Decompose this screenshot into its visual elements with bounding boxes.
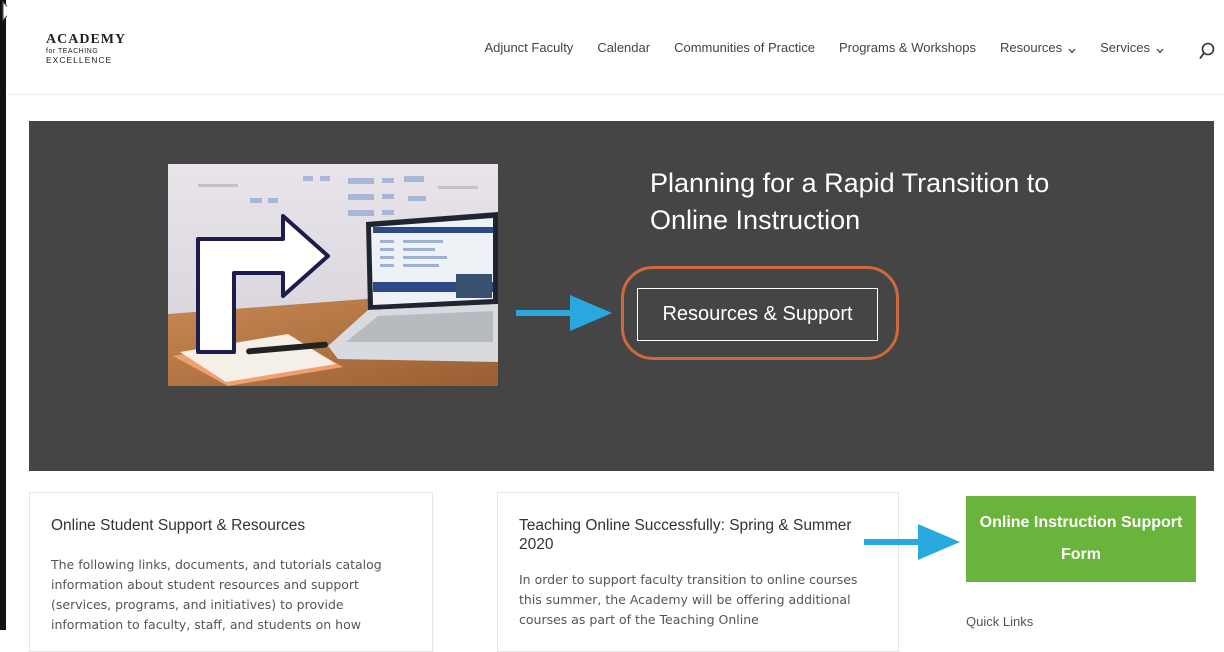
nav-item-label: Calendar [597,40,651,55]
card-body: The following links, documents, and tuto… [51,557,382,632]
nav-item-programs-workshops[interactable]: Programs & Workshops [839,40,976,55]
nav-item-resources[interactable]: Resources [1000,40,1076,55]
quick-links-heading: Quick Links [966,614,1034,629]
logo-line-3: EXCELLENCE [46,55,113,65]
resources-support-button[interactable]: Resources & Support [637,288,878,341]
site-header: ACADEMY for TEACHING EXCELLENCE Adjunct … [7,0,1224,95]
hero-banner: Planning for a Rapid Transition to Onlin… [29,121,1214,471]
annotation-arrow-icon [864,524,960,560]
nav-item-calendar[interactable]: Calendar [597,40,650,55]
nav-item-label: Communities of Practice [674,40,815,55]
card-body: In order to support faculty transition t… [519,572,858,627]
hero-title: Planning for a Rapid Transition to Onlin… [650,168,1050,235]
chevron-down-icon [1156,48,1164,54]
logo-line-2: for TEACHING [46,48,99,55]
teaching-online-card: Teaching Online Successfully: Spring & S… [497,492,899,652]
nav-item-adjunct-faculty[interactable]: Adjunct Faculty [484,40,573,55]
main-nav: Adjunct Faculty Calendar Communities of … [484,40,1164,55]
nav-item-label: Adjunct Faculty [484,40,574,55]
annotation-arrow-icon [516,295,612,331]
online-instruction-support-form-button[interactable]: Online Instruction Support Form [966,496,1196,582]
nav-item-label: Programs & Workshops [838,40,976,55]
nav-item-label: Resources [1000,40,1063,55]
site-logo[interactable]: ACADEMY for TEACHING EXCELLENCE [46,33,126,65]
nav-item-services[interactable]: Services [1100,40,1164,55]
logo-line-1: ACADEMY [46,32,127,47]
laptop-transition-image [168,164,498,386]
card-title[interactable]: Online Student Support & Resources [51,516,412,535]
card-title[interactable]: Teaching Online Successfully: Spring & S… [519,516,878,554]
nav-item-communities-of-practice[interactable]: Communities of Practice [674,40,815,55]
window-edge [0,0,6,630]
student-support-card: Online Student Support & Resources The f… [29,492,433,652]
chevron-down-icon [1068,48,1076,54]
nav-item-label: Services [1100,40,1150,55]
search-icon[interactable] [1199,42,1215,60]
